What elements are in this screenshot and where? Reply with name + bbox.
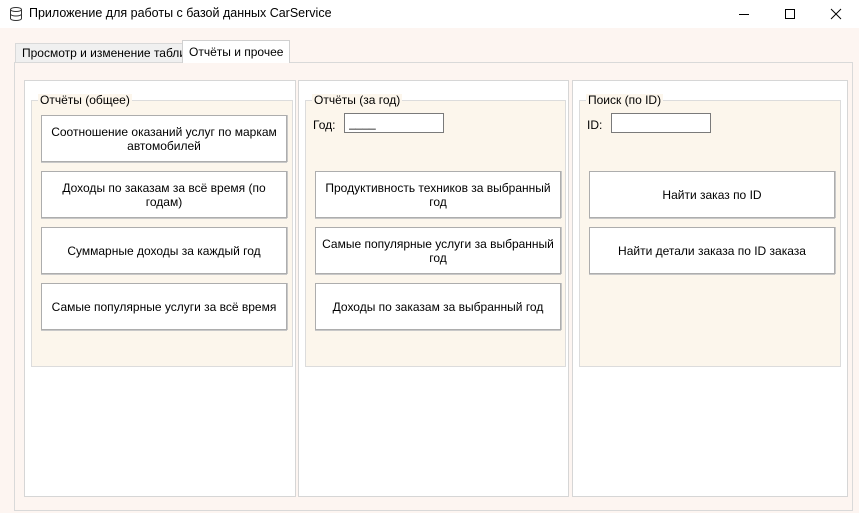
close-button[interactable]	[813, 0, 859, 28]
panel-general: Отчёты (общее) Соотношение оказаний услу…	[24, 80, 296, 497]
technician-productivity-button[interactable]: Продуктивность техников за выбранный год	[315, 171, 561, 218]
income-all-time-button[interactable]: Доходы по заказам за всё время (по годам…	[41, 171, 287, 218]
group-reports-year: Отчёты (за год) Год: Продуктивность техн…	[305, 94, 566, 367]
minimize-icon	[738, 8, 750, 20]
tab-reports[interactable]: Отчёты и прочее	[182, 40, 291, 63]
income-year-button[interactable]: Доходы по заказам за выбранный год	[315, 283, 561, 330]
group-title-year: Отчёты (за год)	[312, 93, 403, 107]
id-input[interactable]	[611, 113, 711, 133]
title-bar: Приложение для работы с базой данных Car…	[0, 0, 859, 28]
panel-year: Отчёты (за год) Год: Продуктивность техн…	[298, 80, 569, 497]
brand-services-ratio-button[interactable]: Соотношение оказаний услуг по маркам авт…	[41, 115, 287, 162]
panel-search: Поиск (по ID) ID: Найти заказ по ID Найт…	[572, 80, 848, 497]
tab-tables[interactable]: Просмотр и изменение таблиц	[15, 43, 200, 62]
income-per-year-button[interactable]: Суммарные доходы за каждый год	[41, 227, 287, 274]
window-client-area: Просмотр и изменение таблиц Отчёты и про…	[0, 28, 859, 513]
group-title-search: Поиск (по ID)	[586, 93, 664, 107]
year-label: Год:	[313, 118, 336, 132]
group-title-general: Отчёты (общее)	[38, 93, 132, 107]
find-order-details-button[interactable]: Найти детали заказа по ID заказа	[589, 227, 835, 274]
popular-services-year-button[interactable]: Самые популярные услуги за выбранный год	[315, 227, 561, 274]
year-input[interactable]	[344, 113, 444, 133]
database-icon	[8, 6, 24, 22]
find-order-button[interactable]: Найти заказ по ID	[589, 171, 835, 218]
group-search-id: Поиск (по ID) ID: Найти заказ по ID Найт…	[579, 94, 841, 367]
group-reports-general: Отчёты (общее) Соотношение оказаний услу…	[31, 94, 293, 367]
window-title: Приложение для работы с базой данных Car…	[29, 6, 332, 20]
maximize-icon	[784, 8, 796, 20]
minimize-button[interactable]	[721, 0, 767, 28]
close-icon	[830, 8, 842, 20]
maximize-button[interactable]	[767, 0, 813, 28]
id-label: ID:	[587, 118, 603, 132]
popular-services-all-time-button[interactable]: Самые популярные услуги за всё время	[41, 283, 287, 330]
